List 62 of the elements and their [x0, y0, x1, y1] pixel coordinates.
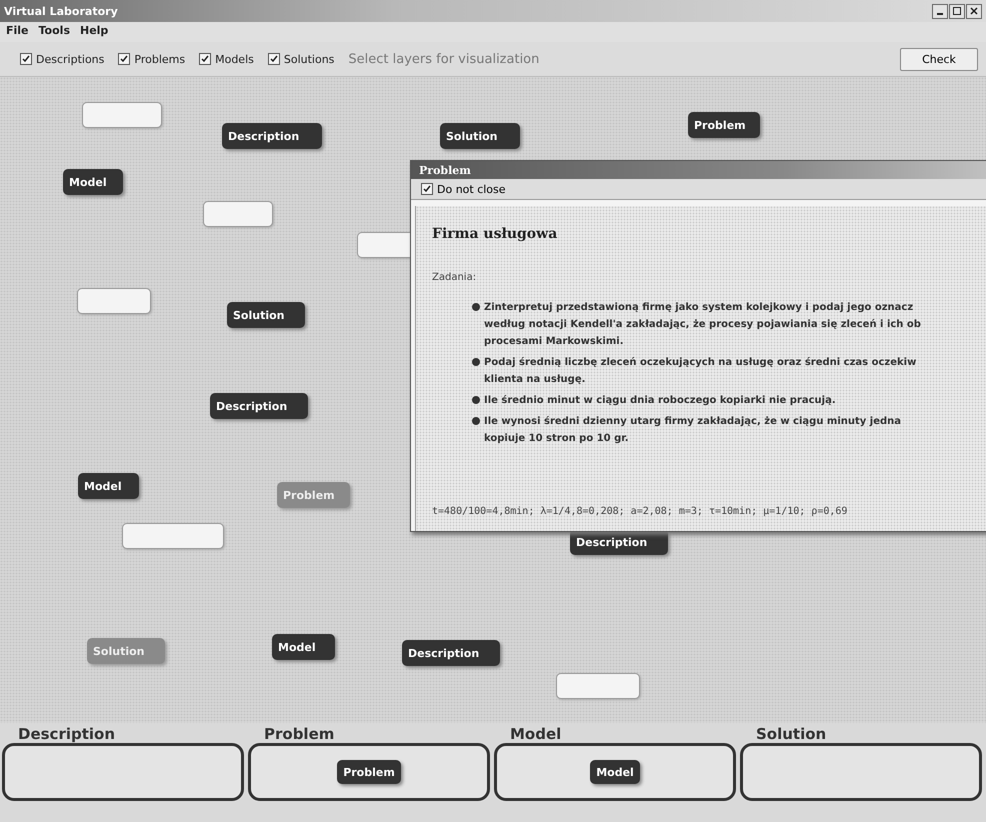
concept-node[interactable]: Description [210, 393, 308, 419]
window-title: Virtual Laboratory [4, 4, 119, 18]
concept-node[interactable]: Description [222, 123, 322, 149]
minimize-button[interactable] [932, 4, 948, 18]
task-text: Ile średnio minut w ciągu dnia roboczego kopiarki nie pracują. [484, 394, 836, 408]
concept-node[interactable]: Model [272, 634, 335, 660]
concept-node[interactable]: Model [590, 760, 640, 784]
concept-node[interactable] [556, 673, 640, 699]
checkbox[interactable] [20, 53, 32, 65]
slot-heading: Description [17, 725, 116, 743]
task-text: Ile wynosi średni dzienny utarg firmy zakładając, że w ciągu minuty jedna kopiuje 10 stron po 10 gr. [484, 415, 902, 446]
checkbox[interactable] [199, 53, 212, 65]
task-text: Zinterpretuj przedstawioną firmę jako system kolejkowy i podaj jego oznacz według notacji Kendell'a zakładając, że procesy pojawiania się zleceń i ich ob procesami Markowskimi. [484, 301, 921, 349]
check-button[interactable]: Check [900, 48, 978, 70]
concept-node[interactable]: Problem [337, 760, 401, 784]
slot-heading: Problem [263, 725, 336, 743]
checkbox-label[interactable]: Models [215, 52, 254, 66]
checkbox-label[interactable]: Solutions [284, 52, 334, 66]
dialog-title: Problem [419, 164, 471, 176]
drop-slot[interactable] [740, 743, 982, 801]
bullet-icon [472, 358, 480, 366]
slot-heading: Solution [755, 725, 828, 743]
concept-node[interactable] [82, 102, 162, 128]
concept-node[interactable]: Model [63, 169, 123, 195]
drop-slot[interactable]: Model [494, 743, 736, 801]
menu-item[interactable]: File [6, 24, 29, 40]
concept-node[interactable]: Solution [440, 123, 520, 149]
drop-slot[interactable] [2, 743, 244, 801]
formula-text: t=480/100=4,8min; λ=1/4,8=0,208; a=2,08; m=3; τ=10min; μ=1/10; ρ=0,69 [432, 506, 848, 517]
menu-item[interactable]: Tools [38, 24, 70, 40]
bullet-icon [472, 303, 480, 311]
check-icon [201, 55, 210, 63]
task-text: Podaj średnią liczbę zleceń oczekujących na usługę oraz średni czas oczekiw klienta na usługę. [484, 356, 916, 387]
checkbox-label[interactable]: Problems [134, 52, 186, 66]
concept-node[interactable]: Solution [227, 302, 305, 328]
slot-heading: Model [509, 725, 562, 743]
checkbox-label[interactable]: Do not close [437, 182, 506, 196]
concept-node[interactable] [122, 523, 224, 549]
check-icon [22, 55, 30, 63]
checkbox[interactable] [268, 53, 280, 65]
maximize-icon [953, 7, 961, 15]
problem-heading: Firma usługowa [432, 226, 558, 242]
concept-node[interactable] [203, 201, 273, 227]
maximize-button[interactable] [949, 4, 965, 18]
menu-item[interactable]: Help [80, 24, 108, 40]
concept-node[interactable]: Model [78, 473, 139, 499]
close-button[interactable] [966, 4, 982, 18]
close-icon [970, 7, 978, 15]
check-icon [120, 55, 128, 63]
drop-slot[interactable]: Problem [248, 743, 490, 801]
bullet-icon [472, 396, 480, 404]
section-label: Zadania: [432, 272, 478, 283]
concept-node[interactable]: Description [402, 640, 500, 666]
hint-text: Select layers for visualization [348, 52, 540, 66]
check-icon [423, 185, 431, 193]
bullet-icon [472, 417, 480, 425]
checkbox-label[interactable]: Descriptions [36, 52, 104, 66]
concept-node[interactable] [77, 288, 151, 314]
check-icon [270, 55, 278, 63]
checkbox[interactable] [421, 183, 433, 195]
concept-node[interactable]: Problem [688, 112, 760, 138]
checkbox[interactable] [118, 53, 130, 65]
